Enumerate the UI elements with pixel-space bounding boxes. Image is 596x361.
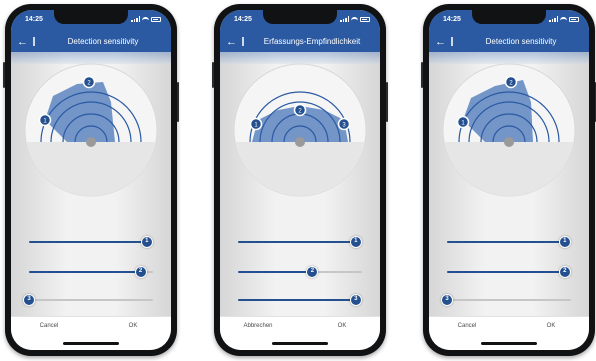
app-bar: ← Detection sensitivity <box>11 32 171 52</box>
wifi-icon <box>351 16 358 22</box>
notch <box>472 10 546 24</box>
slider-fill <box>238 271 313 273</box>
status-icons <box>131 16 161 22</box>
slider-thumb[interactable]: 3 <box>349 294 362 306</box>
battery-icon <box>151 16 161 22</box>
slider-thumb[interactable]: 1 <box>558 236 571 248</box>
zone-marker-2[interactable]: 2 <box>293 103 307 117</box>
slider-fill <box>238 299 356 301</box>
status-bar: 14:25 <box>11 10 171 32</box>
slider-fill <box>238 241 356 243</box>
battery-icon <box>360 16 370 22</box>
zone-marker-2[interactable]: 2 <box>82 75 96 89</box>
back-arrow-icon[interactable]: ← <box>226 35 237 49</box>
home-indicator[interactable] <box>481 342 537 345</box>
notch <box>54 10 128 24</box>
phone-1: 14:25 ← Detection sensitivity 1 2 1 2 3 … <box>3 4 179 356</box>
back-arrow-icon[interactable]: ← <box>17 35 28 49</box>
sensitivity-slider-2[interactable]: 2 <box>238 266 362 278</box>
app-bar: ← Detection sensitivity <box>429 32 589 52</box>
status-icons <box>549 16 579 22</box>
sensitivity-slider-1[interactable]: 1 <box>238 236 362 248</box>
cancel-button[interactable]: Abbrechen <box>228 323 288 329</box>
page-title: Detection sensitivity <box>67 37 139 46</box>
phone-3: 14:25 ← Detection sensitivity 1 2 1 2 3 … <box>421 4 596 356</box>
app-screen: 14:25 ← Detection sensitivity 1 2 1 2 3 … <box>429 10 589 350</box>
battery-icon <box>569 16 579 22</box>
sensitivity-slider-3[interactable]: 3 <box>441 294 571 306</box>
divider-icon <box>242 37 244 46</box>
status-time: 14:25 <box>234 16 252 23</box>
divider-icon <box>33 37 35 46</box>
divider-icon <box>451 37 453 46</box>
sensor-icon <box>86 137 96 147</box>
page-title: Erfassungs-Empfindlichkeit <box>263 37 361 46</box>
slider-thumb[interactable]: 3 <box>441 294 453 306</box>
ok-button[interactable]: OK <box>103 323 163 329</box>
sensitivity-slider-1[interactable]: 1 <box>447 236 571 248</box>
notch <box>263 10 337 24</box>
page-title: Detection sensitivity <box>485 37 557 46</box>
slider-fill <box>447 241 565 243</box>
app-screen: 14:25 ← Detection sensitivity 1 2 1 2 3 … <box>11 10 171 350</box>
sensitivity-slider-2[interactable]: 2 <box>447 266 571 278</box>
sensitivity-slider-2[interactable]: 2 <box>29 266 153 278</box>
slider-fill <box>29 241 147 243</box>
status-icons <box>340 16 370 22</box>
dialog-footer: Abbrechen OK <box>220 316 380 350</box>
slider-fill <box>29 271 141 273</box>
status-bar: 14:25 <box>429 10 589 32</box>
app-bar: ← Erfassungs-Empfindlichkeit <box>220 32 380 52</box>
back-arrow-icon[interactable]: ← <box>435 35 446 49</box>
slider-thumb[interactable]: 2 <box>306 266 319 278</box>
status-time: 14:25 <box>25 16 43 23</box>
ok-button[interactable]: OK <box>521 323 581 329</box>
sensitivity-slider-3[interactable]: 3 <box>23 294 153 306</box>
detection-radar: 1 2 <box>441 62 577 198</box>
zone-marker-2[interactable]: 2 <box>504 75 518 89</box>
slider-track <box>29 299 153 301</box>
slider-thumb[interactable]: 2 <box>558 266 571 278</box>
status-time: 14:25 <box>443 16 461 23</box>
sensor-icon <box>504 137 514 147</box>
home-indicator[interactable] <box>272 342 328 345</box>
slider-thumb[interactable]: 2 <box>134 266 147 278</box>
dialog-footer: Cancel OK <box>11 316 171 350</box>
slider-track <box>447 299 571 301</box>
phone-2: 14:25 ← Erfassungs-Empfindlichkeit 1 2 3… <box>212 4 388 356</box>
cancel-button[interactable]: Cancel <box>437 323 497 329</box>
ok-button[interactable]: OK <box>312 323 372 329</box>
sensitivity-slider-3[interactable]: 3 <box>238 294 362 306</box>
detection-radar: 1 2 <box>23 62 159 198</box>
status-bar: 14:25 <box>220 10 380 32</box>
app-screen: 14:25 ← Erfassungs-Empfindlichkeit 1 2 3… <box>220 10 380 350</box>
dialog-footer: Cancel OK <box>429 316 589 350</box>
signal-icon <box>131 16 140 22</box>
slider-thumb[interactable]: 1 <box>140 236 153 248</box>
slider-thumb[interactable]: 3 <box>23 294 35 306</box>
home-indicator[interactable] <box>63 342 119 345</box>
sensitivity-slider-1[interactable]: 1 <box>29 236 153 248</box>
zone-marker-1[interactable]: 1 <box>38 113 52 127</box>
detection-radar: 1 2 3 <box>232 62 368 198</box>
cancel-button[interactable]: Cancel <box>19 323 79 329</box>
wifi-icon <box>560 16 567 22</box>
signal-icon <box>340 16 349 22</box>
zone-marker-1[interactable]: 1 <box>249 117 263 131</box>
zone-marker-3[interactable]: 3 <box>337 117 351 131</box>
slider-fill <box>447 271 565 273</box>
wifi-icon <box>142 16 149 22</box>
signal-icon <box>549 16 558 22</box>
zone-marker-1[interactable]: 1 <box>456 115 470 129</box>
slider-thumb[interactable]: 1 <box>349 236 362 248</box>
sensor-icon <box>295 137 305 147</box>
